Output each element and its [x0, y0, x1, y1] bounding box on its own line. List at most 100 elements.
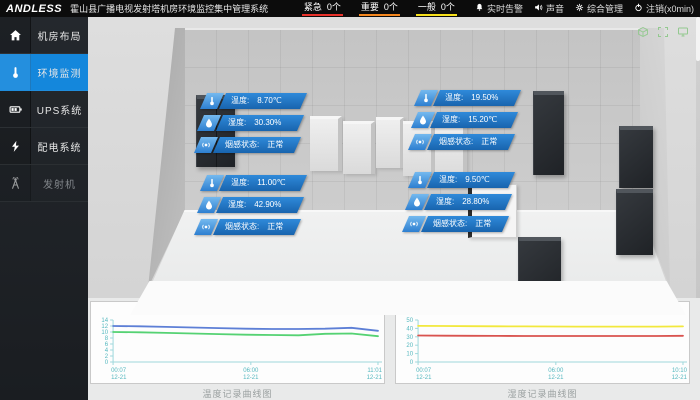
sensor-reading-value: 15.20℃	[468, 112, 497, 128]
sensor-reading-value: 42.90%	[254, 197, 281, 213]
alarm-stat-normal[interactable]: 一般 0个	[416, 1, 457, 16]
sensor-reading: 烟感状态: 正常	[427, 134, 515, 150]
fullscreen-icon[interactable]	[656, 26, 670, 38]
brand-logo: ANDLESS	[6, 3, 62, 15]
header-menu: 实时告警 声音 综合管理 注销(x0min)	[475, 2, 694, 15]
sensor-reading-row: 烟感状态: 正常	[408, 134, 521, 150]
sensor-reading: 湿度: 30.30%	[216, 115, 304, 131]
sensor-reading-label: 湿度:	[228, 115, 246, 131]
sensor-reading: 温度: 9.50℃	[427, 172, 515, 188]
sensor-reading-value: 11.00℃	[257, 175, 285, 191]
sensor-reading-row: 温度: 19.50%	[414, 90, 521, 106]
svg-text:12-21: 12-21	[111, 375, 127, 381]
sensor-reading-row: 烟感状态: 正常	[402, 216, 515, 232]
sidebar-item-room-layout[interactable]: 机房布局	[0, 17, 88, 54]
menu-item-label: 声音	[546, 2, 564, 15]
alarm-stats: 紧急 0个 重要 0个 一般 0个	[302, 1, 457, 16]
alarm-stat-count: 0个	[384, 1, 398, 13]
svg-text:20: 20	[406, 343, 413, 349]
sensor-reading-value: 正常	[267, 219, 283, 235]
server-rack-right-lower	[616, 189, 653, 255]
sensor-reading: 温度: 19.50%	[433, 90, 521, 106]
svg-text:12-21: 12-21	[416, 375, 432, 381]
thermometer-icon	[0, 54, 31, 90]
viewport-toolbar	[636, 26, 690, 38]
svg-text:14: 14	[101, 318, 108, 324]
menu-item-logout[interactable]: 注销(x0min)	[634, 2, 694, 15]
sidebar-item-label: 环境监测	[31, 54, 88, 90]
svg-text:12-21: 12-21	[672, 375, 688, 381]
server-rack-right-upper	[619, 126, 653, 188]
equipment-unit	[343, 121, 375, 174]
sensor-reading-value: 30.30%	[254, 115, 281, 131]
svg-text:12-21: 12-21	[548, 375, 564, 381]
sensor-reading-value: 28.80%	[462, 194, 489, 210]
sensor-panel-top-right: 温度: 19.50% 湿度: 15.20℃ 烟感状态: 正常	[414, 90, 521, 150]
sensor-reading-label: 温度:	[445, 90, 463, 106]
sensor-reading-label: 湿度:	[436, 194, 454, 210]
sensor-reading-row: 烟感状态: 正常	[194, 137, 307, 153]
svg-text:2: 2	[105, 354, 109, 360]
speaker-icon	[534, 3, 543, 14]
sensor-reading: 温度: 8.70℃	[219, 93, 307, 109]
sensor-reading-label: 温度:	[439, 172, 457, 188]
sensor-reading-label: 温度:	[231, 93, 249, 109]
sensor-reading-value: 8.70℃	[257, 93, 282, 109]
sensor-reading: 湿度: 15.20℃	[430, 112, 518, 128]
alarm-stat-count: 0个	[441, 1, 455, 13]
svg-text:12: 12	[101, 324, 108, 330]
svg-text:50: 50	[406, 318, 413, 324]
sensor-reading-value: 正常	[475, 216, 491, 232]
alarm-stat-important[interactable]: 重要 0个	[359, 1, 400, 16]
temperature-chart-title: 温度记录曲线图	[90, 384, 385, 400]
menu-item-label: 注销(x0min)	[646, 2, 694, 15]
svg-text:06:00: 06:00	[548, 368, 564, 374]
svg-text:12-21: 12-21	[367, 375, 383, 381]
humidity-chart-title: 湿度记录曲线图	[395, 384, 690, 400]
equipment-unit	[310, 116, 342, 171]
alarm-stat-urgent[interactable]: 紧急 0个	[302, 1, 343, 16]
sensor-reading-label: 烟感状态:	[225, 219, 259, 235]
svg-text:10:10: 10:10	[672, 368, 688, 374]
cube-icon[interactable]	[636, 26, 650, 38]
app-title: 霍山县广播电视发射塔机房环境监控集中管理系统	[70, 2, 268, 15]
sensor-reading-value: 9.50℃	[465, 172, 490, 188]
sidebar-item-label: 机房布局	[31, 17, 88, 53]
sensor-panel-bottom-left: 温度: 11.00℃ 湿度: 42.90% 烟感状态: 正常	[200, 175, 307, 235]
sensor-reading-row: 烟感状态: 正常	[194, 219, 307, 235]
sidebar-item-power-distribution[interactable]: 配电系统	[0, 128, 88, 165]
battery-icon	[0, 91, 31, 127]
sensor-panel-bottom-right: 温度: 9.50℃ 湿度: 28.80% 烟感状态: 正常	[408, 172, 515, 232]
sidebar-item-transmitter[interactable]: 发射机	[0, 165, 88, 202]
sidebar-item-label: UPS系统	[31, 91, 88, 127]
sidebar-item-ups-system[interactable]: UPS系统	[0, 91, 88, 128]
monitor-icon[interactable]	[676, 26, 690, 38]
sensor-reading: 烟感状态: 正常	[213, 219, 301, 235]
menu-item-management[interactable]: 综合管理	[575, 2, 623, 15]
menu-item-sound[interactable]: 声音	[534, 2, 564, 15]
sensor-reading-label: 湿度:	[228, 197, 246, 213]
svg-text:4: 4	[105, 348, 109, 354]
svg-text:6: 6	[105, 342, 109, 348]
sensor-reading-row: 温度: 11.00℃	[200, 175, 307, 191]
sidebar: 机房布局 环境监测 UPS系统 配电系统 发射机	[0, 17, 88, 400]
sidebar-item-env-monitoring[interactable]: 环境监测	[0, 54, 88, 91]
svg-text:00:07: 00:07	[416, 368, 432, 374]
sensor-reading-label: 烟感状态:	[433, 216, 467, 232]
svg-text:12-21: 12-21	[243, 375, 259, 381]
scrollbar[interactable]	[696, 17, 700, 298]
sensor-reading-label: 烟感状态:	[439, 134, 473, 150]
menu-item-label: 综合管理	[587, 2, 623, 15]
sensor-reading: 湿度: 42.90%	[216, 197, 304, 213]
sensor-reading-value: 19.50%	[471, 90, 498, 106]
sensor-reading-label: 烟感状态:	[225, 137, 259, 153]
svg-text:0: 0	[105, 360, 109, 366]
room-front-wall	[130, 281, 686, 315]
svg-text:30: 30	[406, 335, 413, 341]
svg-text:0: 0	[410, 360, 414, 366]
chart-canvas: 0102030405000:0712-2106:0012-2110:1012-2…	[396, 315, 689, 383]
menu-item-realtime-alarm[interactable]: 实时告警	[475, 2, 523, 15]
room-3d-viewport[interactable]: 温度: 8.70℃ 湿度: 30.30% 烟感状态: 正常 温度:	[88, 17, 700, 298]
sensor-reading-row: 湿度: 15.20℃	[411, 112, 521, 128]
scrollbar-thumb[interactable]	[696, 17, 700, 61]
